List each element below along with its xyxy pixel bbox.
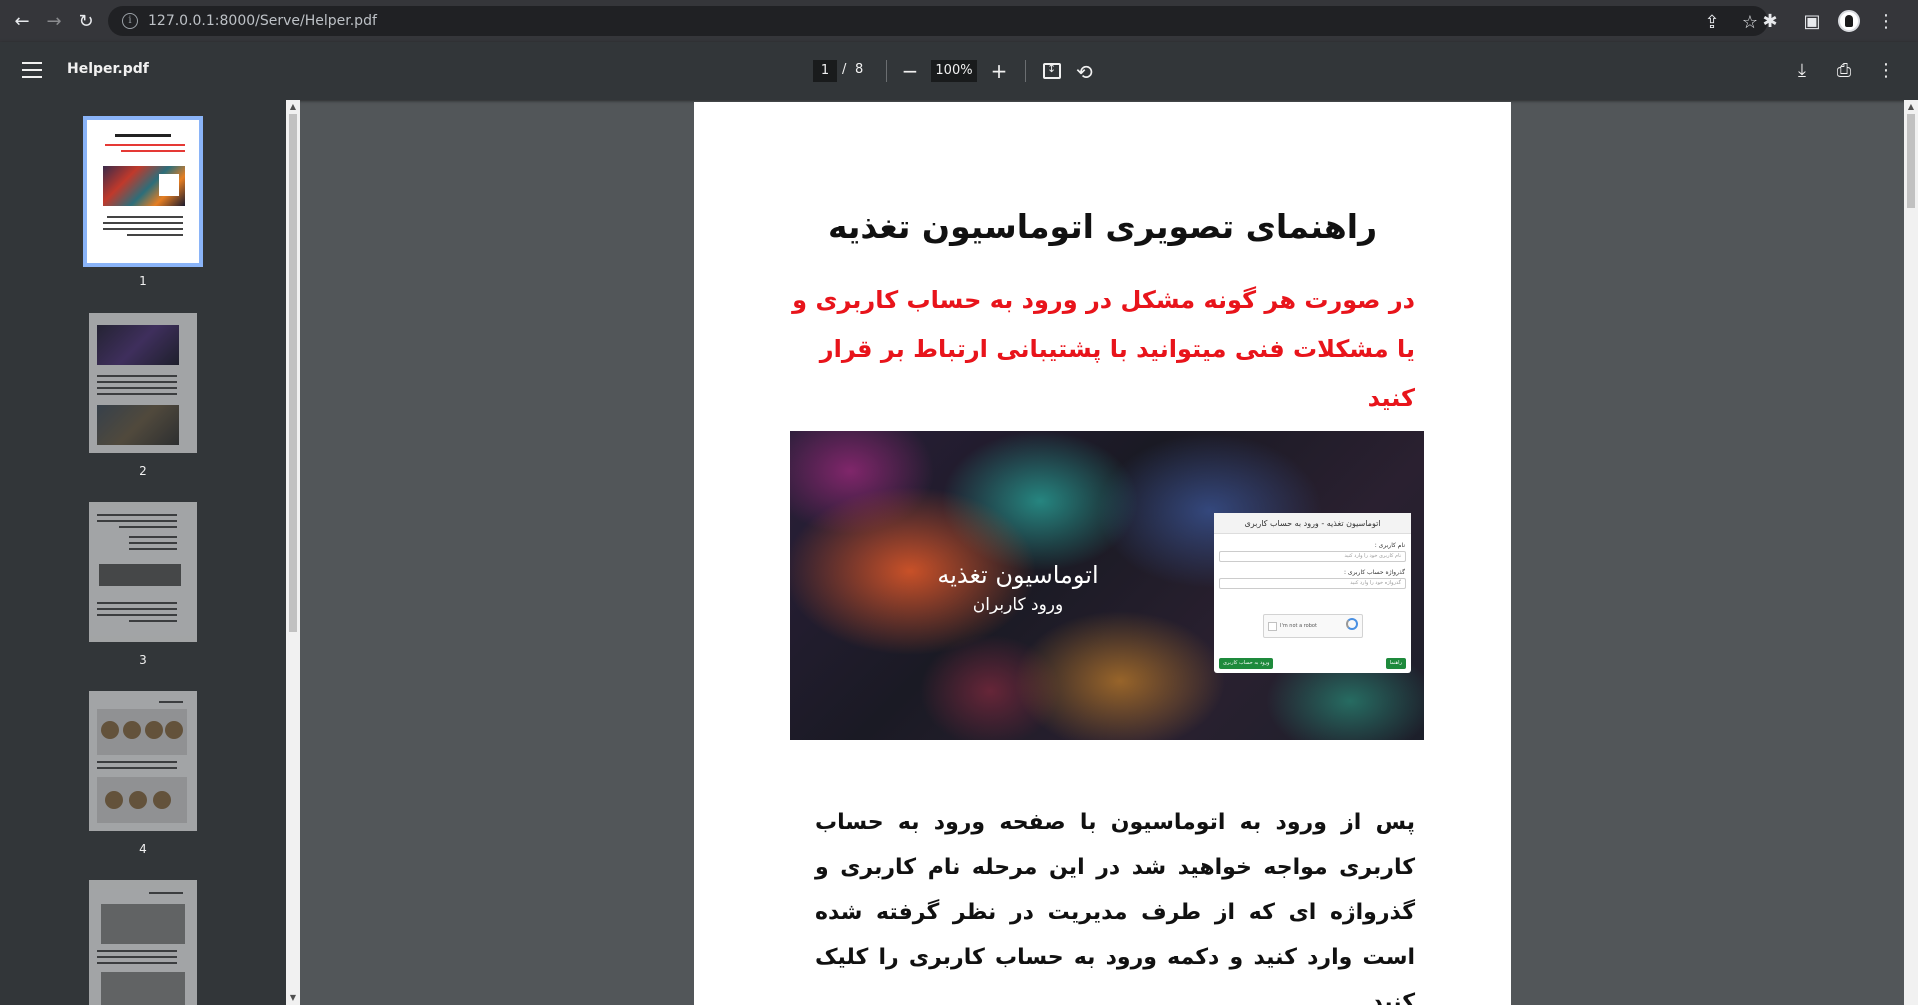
minus-icon: − <box>901 59 919 83</box>
zoom-input[interactable]: 100% <box>931 60 977 82</box>
thumbnail-image[interactable] <box>89 313 197 453</box>
thumbnail-page-2[interactable]: 2 <box>0 313 286 478</box>
share-icon: ⇪ <box>1704 11 1720 33</box>
thumbnail-number: 2 <box>139 464 147 478</box>
rotate-icon[interactable]: ⟲ <box>1076 60 1093 84</box>
login-form-panel: اتوماسیون تغذیه - ورود به حساب کاربری نا… <box>1214 513 1411 673</box>
forward-arrow-icon: → <box>46 10 62 32</box>
thumbnail-image[interactable] <box>89 502 197 642</box>
profile-avatar[interactable] <box>1838 10 1860 32</box>
document-title: Helper.pdf <box>67 61 149 77</box>
password-field: گذرواژه خود را وارد کنید <box>1219 578 1406 589</box>
thumbnail-page-4[interactable]: 4 <box>0 691 286 856</box>
scroll-down-arrow-icon[interactable]: ▼ <box>288 993 298 1003</box>
thumbnail-image[interactable] <box>89 691 197 831</box>
side-panel-button[interactable]: ▣ <box>1796 5 1828 37</box>
zoom-in-button[interactable]: + <box>986 58 1012 84</box>
reload-icon: ↻ <box>78 10 94 32</box>
main-scrollbar[interactable]: ▲ <box>1904 100 1918 1005</box>
username-field: نام کاربری خود را وارد کنید <box>1219 551 1406 562</box>
share-button[interactable]: ⇪ <box>1696 6 1728 38</box>
main-scroll-thumb[interactable] <box>1907 114 1915 208</box>
url-text[interactable]: 127.0.0.1:8000/Serve/Helper.pdf <box>148 13 377 29</box>
thumbnail-page-3[interactable]: 3 <box>0 502 286 667</box>
thumbnail-page-5[interactable]: 5 <box>0 880 286 1005</box>
recaptcha-icon <box>1346 618 1358 630</box>
puzzle-icon: ✱ <box>1762 10 1778 32</box>
login-submit-button: ورود به حساب کاربری <box>1219 658 1274 669</box>
site-info-icon[interactable]: i <box>122 13 138 29</box>
address-bar[interactable]: i 127.0.0.1:8000/Serve/Helper.pdf <box>108 6 1768 36</box>
fit-to-page-icon[interactable] <box>1043 62 1061 79</box>
pdf-page: راهنمای تصویری اتوماسیون تغذیه در صورت ه… <box>694 102 1511 1005</box>
brand-subtitle: ورود کاربران <box>972 595 1064 615</box>
thumbnail-sidebar: 1 2 3 4 <box>0 100 286 1005</box>
page-heading: راهنمای تصویری اتوماسیون تغذیه <box>827 207 1378 246</box>
page-number-input[interactable]: 1 <box>813 60 837 82</box>
page-body-text: پس از ورود به اتوماسیون با صفحه ورود به … <box>815 810 1415 1005</box>
help-button: راهنما <box>1385 658 1406 669</box>
sidebar-toggle-icon[interactable] <box>22 62 42 78</box>
reload-button[interactable]: ↻ <box>70 5 102 37</box>
toolbar-divider <box>886 60 887 82</box>
support-notice: در صورت هر گونه مشکل در ورود به حساب کار… <box>792 286 1415 412</box>
page-separator: / <box>842 62 847 77</box>
side-panel-icon: ▣ <box>1803 10 1821 32</box>
browser-toolbar: ← → ↻ i 127.0.0.1:8000/Serve/Helper.pdf … <box>0 0 1918 42</box>
page-total: 8 <box>855 62 864 77</box>
more-actions-icon[interactable]: ⋮ <box>1874 58 1898 82</box>
captcha-text: I'm not a robot <box>1280 623 1317 629</box>
captcha-box: I'm not a robot <box>1263 614 1363 638</box>
download-icon[interactable]: ⤓ <box>1790 58 1814 82</box>
brand-title: اتوماسیون تغذیه <box>937 561 1099 589</box>
thumbnail-page-1[interactable]: 1 <box>0 116 286 288</box>
kebab-menu-icon: ⋮ <box>1877 10 1895 32</box>
zoom-out-button[interactable]: − <box>897 58 923 84</box>
login-screenshot-image: اتوماسیون تغذیه ورود کاربران اتوماسیون ت… <box>790 431 1424 740</box>
pdf-toolbar: Helper.pdf 1 / 8 − 100% + ⟲ ⤓ ⎙ ⋮ <box>0 42 1918 100</box>
toolbar-divider <box>1025 60 1026 82</box>
thumbnail-number: 4 <box>139 842 147 856</box>
brand-block: اتوماسیون تغذیه ورود کاربران <box>918 561 1118 615</box>
thumbnail-image[interactable] <box>83 116 203 267</box>
back-arrow-icon: ← <box>14 10 30 32</box>
sidebar-scrollbar[interactable]: ▲ ▼ <box>286 100 300 1005</box>
thumbnail-number: 3 <box>139 653 147 667</box>
back-button[interactable]: ← <box>6 5 38 37</box>
sidebar-scroll-thumb[interactable] <box>289 114 297 632</box>
plus-icon: + <box>990 59 1008 83</box>
forward-button[interactable]: → <box>38 5 70 37</box>
thumbnail-number: 1 <box>139 274 147 288</box>
login-form-header: اتوماسیون تغذیه - ورود به حساب کاربری <box>1214 513 1411 534</box>
print-icon[interactable]: ⎙ <box>1832 58 1856 82</box>
username-label: نام کاربری : <box>1374 542 1405 549</box>
scroll-up-arrow-icon[interactable]: ▲ <box>288 102 298 112</box>
browser-menu-button[interactable]: ⋮ <box>1870 5 1902 37</box>
scroll-up-arrow-icon[interactable]: ▲ <box>1906 102 1916 111</box>
password-label: گذرواژه حساب کاربری : <box>1343 569 1405 576</box>
extensions-button[interactable]: ✱ <box>1754 5 1786 37</box>
captcha-checkbox <box>1268 622 1277 631</box>
thumbnail-image[interactable] <box>89 880 197 1005</box>
